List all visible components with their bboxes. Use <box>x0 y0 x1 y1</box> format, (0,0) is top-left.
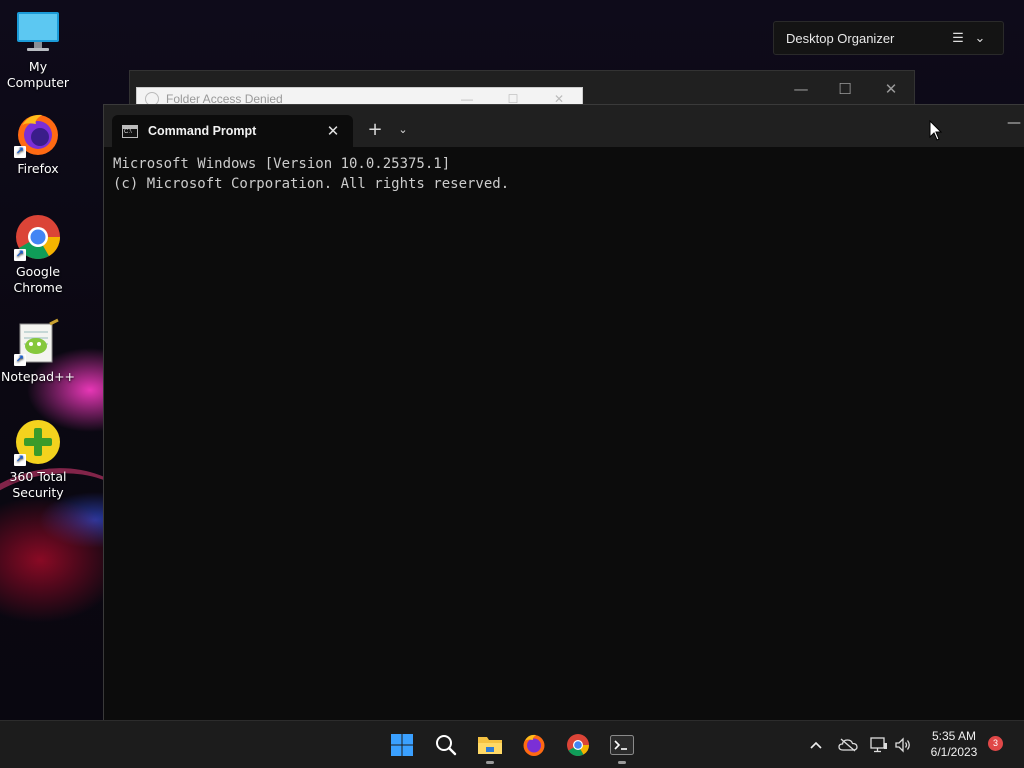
desktop-icon-google-chrome[interactable]: ↗ Google Chrome <box>2 213 74 296</box>
mouse-cursor-icon <box>929 120 943 141</box>
desktop-icon-firefox[interactable]: ↗ Firefox <box>2 110 74 177</box>
running-indicator <box>618 761 626 764</box>
taskbar-chrome[interactable] <box>558 725 598 765</box>
clock-date: 6/1/2023 <box>930 745 978 759</box>
taskbar: 5:35 AM 6/1/2023 3 <box>0 720 1024 768</box>
minimize-icon[interactable]: — <box>778 77 824 101</box>
chevron-up-icon[interactable] <box>805 733 827 757</box>
firefox-icon <box>523 734 545 756</box>
start-icon <box>391 734 413 756</box>
taskbar-terminal[interactable] <box>602 725 642 765</box>
chrome-icon <box>567 734 589 756</box>
onedrive-offline-icon[interactable] <box>837 733 859 757</box>
shortcut-arrow-icon: ↗ <box>14 454 26 466</box>
desktop-icon-label: 360 Total Security <box>9 469 67 500</box>
tab-title: Command Prompt <box>148 124 257 138</box>
taskbar-file-explorer[interactable] <box>470 725 510 765</box>
shield-plus-icon: ↗ <box>14 418 62 466</box>
desktop-icon-360-total-security[interactable]: ↗ 360 Total Security <box>2 418 74 501</box>
command-prompt-window[interactable]: Command Prompt ✕ + ⌄ — Microsoft Windows… <box>103 104 1024 720</box>
shortcut-arrow-icon: ↗ <box>14 354 26 366</box>
maximize-icon[interactable]: ☐ <box>822 77 868 101</box>
clock-time: 5:35 AM <box>931 729 977 743</box>
cmd-icon <box>122 124 138 138</box>
running-indicator <box>486 761 494 764</box>
desktop-icon-label: My Computer <box>6 59 70 90</box>
shortcut-arrow-icon: ↗ <box>14 146 26 158</box>
terminal-output[interactable]: Microsoft Windows [Version 10.0.25375.1]… <box>104 147 1024 202</box>
volume-icon[interactable] <box>892 733 914 757</box>
hamburger-icon[interactable]: ☰ <box>947 30 969 46</box>
network-icon[interactable] <box>868 733 890 757</box>
file-explorer-icon <box>478 737 502 754</box>
desktop-icon-my-computer[interactable]: My Computer <box>2 8 74 91</box>
close-icon[interactable]: ✕ <box>868 77 914 101</box>
chrome-icon: ↗ <box>14 213 62 261</box>
desktop-icon-label: Google Chrome <box>13 264 63 295</box>
shortcut-arrow-icon: ↗ <box>14 249 26 261</box>
search-icon <box>436 735 457 756</box>
close-icon[interactable]: ✕ <box>323 122 343 140</box>
desktop-icon-label: Notepad++ <box>0 369 76 384</box>
terminal-line: Microsoft Windows [Version 10.0.25375.1] <box>113 156 451 172</box>
taskbar-clock[interactable]: 5:35 AM 6/1/2023 <box>920 728 988 760</box>
tab-command-prompt[interactable]: Command Prompt ✕ <box>112 115 353 147</box>
new-tab-button[interactable]: + <box>362 117 388 143</box>
desktop-organizer[interactable]: Desktop Organizer ☰ ⌄ <box>773 21 1004 55</box>
organizer-title: Desktop Organizer <box>786 30 895 46</box>
search-button[interactable] <box>426 725 466 765</box>
desktop-icon-notepad-plus-plus[interactable]: ↗ Notepad++ <box>0 318 76 385</box>
chevron-down-icon[interactable]: ⌄ <box>393 117 413 143</box>
chevron-down-icon[interactable]: ⌄ <box>969 30 991 46</box>
start-button[interactable] <box>382 725 422 765</box>
notification-badge[interactable]: 3 <box>988 736 1003 751</box>
desktop-icon-label: Firefox <box>17 161 59 176</box>
terminal-icon <box>610 735 634 755</box>
firefox-icon: ↗ <box>14 110 62 158</box>
notepad-plus-plus-icon: ↗ <box>14 318 62 366</box>
terminal-titlebar[interactable]: Command Prompt ✕ + ⌄ — <box>104 105 1024 147</box>
terminal-line: (c) Microsoft Corporation. All rights re… <box>113 175 510 192</box>
minimize-icon[interactable]: — <box>1004 113 1024 137</box>
monitor-icon <box>14 8 62 56</box>
taskbar-firefox[interactable] <box>514 725 554 765</box>
